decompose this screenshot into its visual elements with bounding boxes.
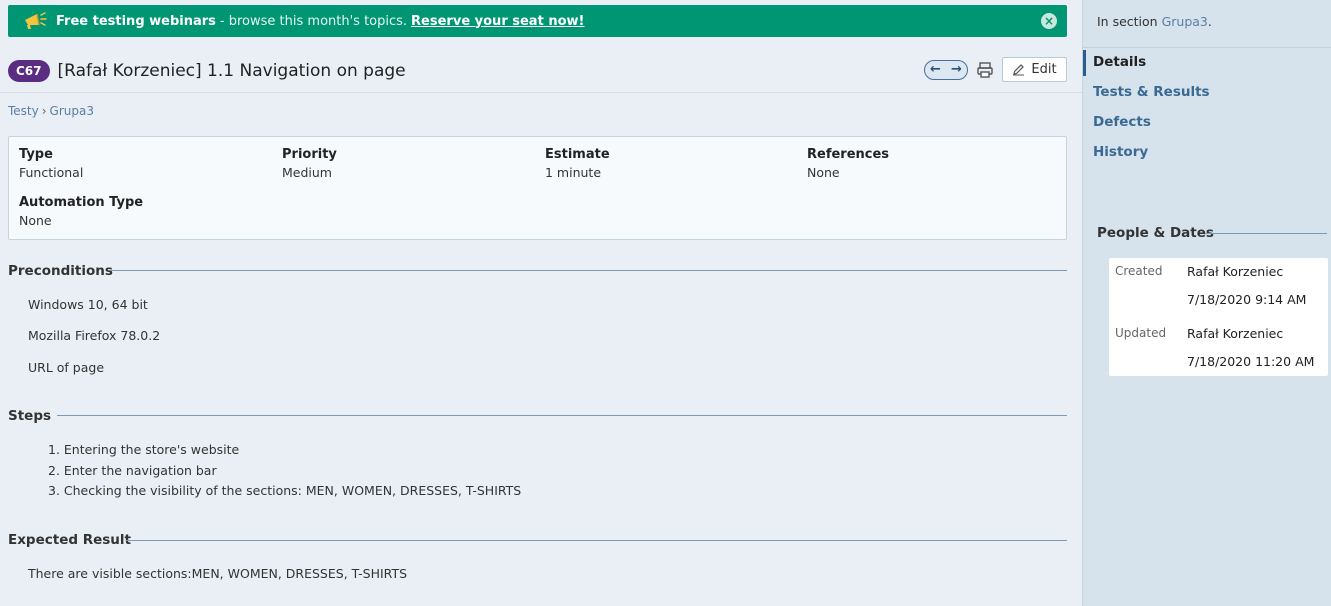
- field-label: Automation Type: [19, 195, 144, 210]
- field-type: Type Functional: [19, 147, 83, 180]
- expected-result-text: There are visible sections:MEN, WOMEN, D…: [28, 566, 408, 581]
- edit-button[interactable]: Edit: [1002, 57, 1067, 82]
- webinar-banner: Free testing webinars - browse this mont…: [8, 5, 1067, 37]
- case-id-badge: C67: [8, 60, 50, 82]
- updated-at: 7/18/2020 11:20 AM: [1187, 354, 1315, 369]
- arrow-left-icon[interactable]: ←: [930, 62, 941, 77]
- precondition-item: Windows 10, 64 bit: [28, 297, 148, 312]
- step-item: 2. Enter the navigation bar: [48, 463, 217, 478]
- step-item: 3. Checking the visibility of the sectio…: [48, 483, 522, 498]
- updated-by: Rafał Korzeniec: [1187, 326, 1284, 341]
- updated-label: Updated: [1115, 326, 1167, 340]
- sidebar-item-details[interactable]: Details: [1083, 50, 1331, 82]
- close-icon[interactable]: ×: [1041, 13, 1057, 29]
- field-estimate: Estimate 1 minute: [545, 147, 610, 180]
- field-label: Priority: [282, 147, 337, 162]
- steps-heading: Steps: [8, 408, 52, 424]
- precondition-item: Mozilla Firefox 78.0.2: [28, 328, 161, 343]
- breadcrumb-separator: ›: [41, 104, 47, 118]
- field-priority: Priority Medium: [282, 147, 337, 180]
- fields-panel: Type Functional Priority Medium Estimate…: [8, 136, 1067, 240]
- banner-text: - browse this month's topics.: [219, 13, 408, 29]
- field-value: Medium: [282, 165, 332, 180]
- field-value: 1 minute: [545, 165, 602, 180]
- sidebar-item-tests-results[interactable]: Tests & Results: [1083, 82, 1331, 112]
- header-actions: ← → Edit: [924, 57, 1067, 82]
- people-dates-panel: Created Rafał Korzeniec 7/18/2020 9:14 A…: [1109, 258, 1328, 376]
- megaphone-icon: [25, 12, 47, 29]
- page-header: C67 [Rafał Korzeniec] 1.1 Navigation on …: [8, 57, 1067, 85]
- banner-headline: Free testing webinars: [56, 13, 216, 29]
- section-divider: [110, 270, 1067, 271]
- pencil-icon: [1013, 64, 1025, 76]
- expected-result-heading: Expected Result: [8, 532, 132, 548]
- created-at: 7/18/2020 9:14 AM: [1187, 292, 1307, 307]
- created-label: Created: [1115, 264, 1163, 278]
- field-value: Functional: [19, 165, 84, 180]
- edit-label: Edit: [1031, 62, 1057, 77]
- in-section-info: In section Grupa3.: [1097, 14, 1212, 29]
- step-item: 1. Entering the store's website: [48, 442, 240, 457]
- sidebar-item-defects[interactable]: Defects: [1083, 112, 1331, 142]
- breadcrumb: Testy › Grupa3: [8, 104, 94, 118]
- field-label: References: [807, 147, 890, 162]
- arrow-right-icon[interactable]: →: [951, 62, 962, 77]
- main-content: Free testing webinars - browse this mont…: [0, 0, 1082, 606]
- prev-next-nav: ← →: [924, 59, 968, 80]
- field-label: Estimate: [545, 147, 610, 162]
- section-divider: [126, 540, 1067, 541]
- section-divider: [1205, 233, 1327, 234]
- printer-icon[interactable]: [976, 61, 994, 79]
- in-section-suffix: .: [1207, 14, 1212, 29]
- breadcrumb-grupa3[interactable]: Grupa3: [50, 104, 94, 118]
- field-label: Type: [19, 147, 53, 162]
- sidebar-item-history[interactable]: History: [1083, 142, 1331, 172]
- preconditions-heading: Preconditions: [8, 263, 113, 279]
- field-value: None: [19, 213, 52, 228]
- page-title: [Rafał Korzeniec] 1.1 Navigation on page: [57, 61, 406, 81]
- section-link[interactable]: Grupa3: [1162, 14, 1208, 29]
- field-value: None: [807, 165, 840, 180]
- in-section-prefix: In section: [1097, 14, 1162, 29]
- people-dates-heading: People & Dates: [1097, 225, 1214, 241]
- breadcrumb-testy[interactable]: Testy: [8, 104, 39, 118]
- section-divider: [57, 415, 1067, 416]
- header-divider: [0, 92, 1082, 93]
- reserve-seat-link[interactable]: Reserve your seat now!: [411, 14, 584, 29]
- precondition-item: URL of page: [28, 360, 105, 375]
- sidebar-nav: Details Tests & Results Defects History: [1083, 50, 1331, 172]
- created-by: Rafał Korzeniec: [1187, 264, 1284, 279]
- field-references: References None: [807, 147, 889, 180]
- field-automation-type: Automation Type None: [19, 195, 143, 228]
- sidebar-divider: [1083, 47, 1331, 48]
- sidebar: In section Grupa3. Details Tests & Resul…: [1082, 0, 1331, 606]
